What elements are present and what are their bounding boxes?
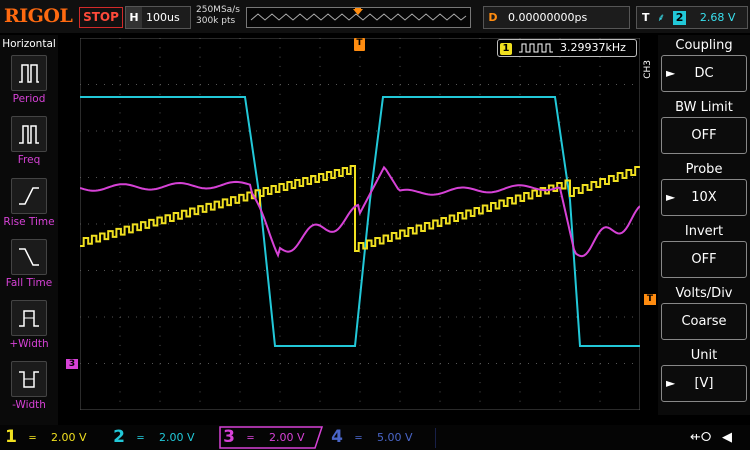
ch3-reference-marker[interactable]: 3 <box>66 359 78 369</box>
bw-limit-option[interactable]: BW Limit OFF <box>660 99 748 154</box>
volts-div-option[interactable]: Volts/Div Coarse <box>660 285 748 340</box>
acquisition-info: 250MSa/s 300k pts <box>196 5 240 27</box>
sample-rate: 250MSa/s <box>196 5 240 15</box>
measure-period-button[interactable]: Period <box>0 55 58 105</box>
waveform-display[interactable] <box>80 38 640 410</box>
rise-time-icon <box>11 178 47 214</box>
timebase-box[interactable]: H 100us <box>125 6 191 29</box>
delay-box[interactable]: D 0.00000000ps <box>483 6 630 29</box>
waveform-position-bar[interactable] <box>246 7 471 28</box>
menu-arrow-icon: ► <box>666 66 676 80</box>
measure-fall-time-button[interactable]: Fall Time <box>0 239 58 289</box>
menu-arrow-icon: ► <box>666 190 676 204</box>
negative-width-icon <box>11 361 47 397</box>
fall-time-icon <box>11 239 47 275</box>
measure-rise-time-button[interactable]: Rise Time <box>0 178 58 228</box>
ch4-status[interactable]: 4 ═ 5.00 V <box>328 427 432 448</box>
timebase-key: H <box>126 7 142 28</box>
measure-negative-width-button[interactable]: -Width <box>0 361 58 411</box>
invert-option[interactable]: Invert OFF <box>660 223 748 278</box>
ch3-status[interactable]: 3 ═ 2.00 V <box>220 427 320 448</box>
channel-tag: CH3 <box>643 60 653 79</box>
frequency-measurement[interactable]: 1 3.29937kHz <box>497 39 637 57</box>
dc-coupling-icon: ═ <box>137 433 144 444</box>
trigger-key: T <box>642 11 650 24</box>
unit-option[interactable]: Unit ► [V] <box>660 347 748 402</box>
run-stop-indicator[interactable]: STOP <box>79 7 123 28</box>
ch1-status[interactable]: 1 ═ 2.00 V <box>2 427 106 448</box>
probe-option[interactable]: Probe ► 10X <box>660 161 748 216</box>
delay-key: D <box>488 11 498 24</box>
brand-logo: RIGOL <box>4 5 73 27</box>
trigger-time-marker[interactable]: T <box>354 38 365 51</box>
menu-arrow-icon: ► <box>666 376 676 390</box>
channel-status-bar: 1 ═ 2.00 V 2 ═ 2.00 V 3 ═ 2.00 V 4 ═ 5.0… <box>0 425 750 450</box>
horizontal-measure-menu: Horizontal Period Freq Rise Time Fall Ti… <box>0 35 58 425</box>
timebase-value: 100us <box>146 11 180 24</box>
period-icon <box>11 55 47 91</box>
channel-settings-menu: Coupling ► DC BW Limit OFF Probe ► 10X Inv… <box>658 35 750 415</box>
square-wave-icon <box>518 43 553 53</box>
trigger-box[interactable]: T ⸙ 2 2.68 V <box>636 6 748 29</box>
trigger-source: 2 <box>672 11 687 25</box>
trigger-level-marker[interactable]: T <box>644 294 656 305</box>
speaker-icon[interactable]: ◀ <box>722 430 732 445</box>
dc-coupling-icon: ═ <box>355 433 362 444</box>
dc-coupling-icon: ═ <box>247 433 254 444</box>
dc-coupling-icon: ═ <box>29 433 36 444</box>
positive-width-icon <box>11 300 47 336</box>
delay-value: 0.00000000ps <box>508 11 588 24</box>
memory-depth: 300k pts <box>196 16 236 26</box>
measure-positive-width-button[interactable]: +Width <box>0 300 58 350</box>
status-bar-divider <box>435 428 436 448</box>
rising-edge-icon: ⸙ <box>657 11 666 24</box>
measure-freq-button[interactable]: Freq <box>0 116 58 166</box>
menu-title: Horizontal <box>2 38 56 50</box>
frequency-icon <box>11 116 47 152</box>
measurement-value: 3.29937kHz <box>560 41 626 54</box>
top-status-bar: RIGOL STOP H 100us 250MSa/s 300k pts D 0.0… <box>0 0 750 33</box>
usb-icon: ⇷⭘ <box>690 430 712 445</box>
memory-overview-icon <box>250 8 467 21</box>
ch2-status[interactable]: 2 ═ 2.00 V <box>110 427 214 448</box>
measurement-channel: 1 <box>500 43 512 55</box>
coupling-option[interactable]: Coupling ► DC <box>660 37 748 92</box>
trigger-level: 2.68 V <box>699 11 736 24</box>
